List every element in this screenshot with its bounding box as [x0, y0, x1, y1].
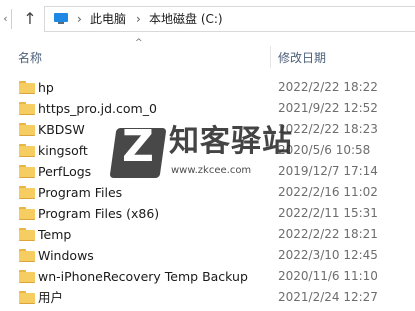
breadcrumb-local-disk-c[interactable]: 本地磁盘 (C:): [149, 10, 223, 28]
file-date: 2022/3/10 12:45: [278, 248, 378, 262]
folder-icon: [19, 207, 35, 220]
file-date: 2021/9/22 12:52: [278, 101, 378, 115]
breadcrumb-this-pc[interactable]: 此电脑: [90, 10, 126, 28]
file-date: 2022/2/11 15:31: [278, 206, 378, 220]
folder-icon: [19, 249, 35, 262]
file-name: PerfLogs: [38, 164, 92, 179]
sort-indicator-icon: ^: [135, 38, 143, 48]
file-name: 用户: [38, 290, 64, 305]
file-row-iphone-recovery[interactable]: wn-iPhoneRecovery Temp Backup 2020/11/6 …: [0, 266, 415, 287]
file-name: https_pro.jd.com_0: [38, 101, 157, 116]
navigation-bar: ‹ ↑ › 此电脑 › 本地磁盘 (C:): [0, 0, 415, 38]
file-name: Temp: [38, 227, 72, 242]
nav-collapse-icon[interactable]: ‹: [0, 9, 12, 29]
computer-icon: [54, 13, 68, 25]
file-row-temp[interactable]: Temp 2022/2/22 18:21: [0, 224, 415, 245]
folder-icon: [19, 165, 35, 178]
folder-icon: [19, 81, 35, 94]
folder-icon: [19, 186, 35, 199]
file-date: 2019/12/7 17:14: [278, 164, 378, 178]
file-date: 2022/2/16 11:02: [278, 185, 378, 199]
address-bar[interactable]: › 此电脑 › 本地磁盘 (C:): [44, 6, 415, 32]
file-row-users[interactable]: 用户 2021/2/24 12:27: [0, 287, 415, 308]
folder-icon: [19, 270, 35, 283]
folder-icon: [19, 102, 35, 115]
file-row-windows[interactable]: Windows 2022/3/10 12:45: [0, 245, 415, 266]
file-row-perflogs[interactable]: PerfLogs 2019/12/7 17:14: [0, 161, 415, 182]
file-row-https-pro-jd[interactable]: https_pro.jd.com_0 2021/9/22 12:52: [0, 98, 415, 119]
column-header-date-modified[interactable]: 修改日期: [278, 50, 326, 66]
file-name: Windows: [38, 248, 94, 263]
file-date: 2021/2/24 12:27: [278, 290, 378, 304]
file-row-hp[interactable]: hp 2022/2/22 18:22: [0, 77, 415, 98]
folder-icon: [19, 123, 35, 136]
file-date: 2022/2/22 18:22: [278, 80, 378, 94]
file-date: 2022/2/22 18:23: [278, 122, 378, 136]
file-name: wn-iPhoneRecovery Temp Backup: [38, 269, 248, 284]
folder-icon: [19, 144, 35, 157]
file-date: 2022/2/22 18:21: [278, 227, 378, 241]
up-arrow-icon[interactable]: ↑: [20, 8, 40, 30]
file-name: Program Files: [38, 185, 123, 200]
column-divider[interactable]: [270, 46, 271, 68]
breadcrumb-separator[interactable]: ›: [77, 10, 82, 28]
file-date: 2020/5/6 10:58: [278, 143, 371, 157]
file-row-program-files-x86[interactable]: Program Files (x86) 2022/2/11 15:31: [0, 203, 415, 224]
file-row-program-files[interactable]: Program Files 2022/2/16 11:02: [0, 182, 415, 203]
file-row-kbdsw[interactable]: KBDSW 2022/2/22 18:23: [0, 119, 415, 140]
file-name: hp: [38, 80, 54, 95]
file-date: 2020/11/6 11:10: [278, 269, 378, 283]
column-header-name[interactable]: 名称: [18, 50, 42, 66]
file-name: Program Files (x86): [38, 206, 160, 221]
breadcrumb-separator[interactable]: ›: [136, 10, 141, 28]
folder-icon: [19, 291, 35, 304]
file-name: kingsoft: [38, 143, 88, 158]
folder-icon: [19, 228, 35, 241]
file-row-kingsoft[interactable]: kingsoft 2020/5/6 10:58: [0, 140, 415, 161]
file-list: hp 2022/2/22 18:22 https_pro.jd.com_0 20…: [0, 77, 415, 308]
file-name: KBDSW: [38, 122, 85, 137]
